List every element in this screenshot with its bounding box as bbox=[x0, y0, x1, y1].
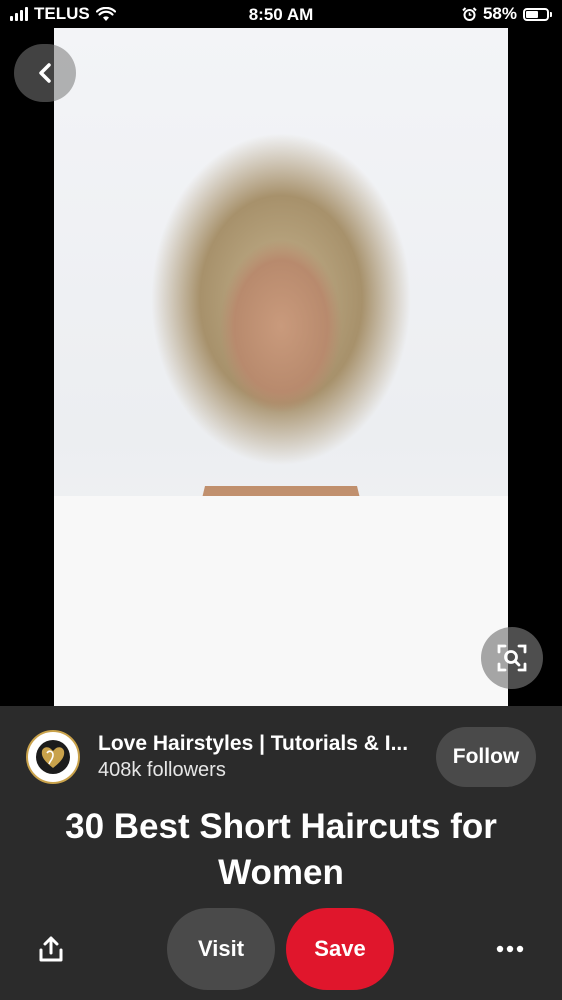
pin-details-panel: Love Hairstyles | Tutorials & I... 408k … bbox=[0, 706, 562, 1000]
pin-title: 30 Best Short Haircuts for Women bbox=[65, 807, 497, 892]
creator-name[interactable]: Love Hairstyles | Tutorials & I... bbox=[98, 732, 414, 756]
pin-photo-shirt bbox=[54, 496, 508, 706]
visual-search-button[interactable] bbox=[481, 627, 543, 689]
visit-button[interactable]: Visit bbox=[167, 908, 275, 990]
status-right: 58% bbox=[462, 4, 562, 24]
creator-avatar[interactable] bbox=[26, 730, 80, 784]
action-bar: Visit Save bbox=[0, 908, 562, 990]
cellular-signal-icon bbox=[10, 7, 28, 21]
battery-icon bbox=[523, 7, 552, 21]
status-bar: TELUS 8:50 AM 58% bbox=[0, 0, 562, 28]
visual-search-icon bbox=[497, 644, 527, 672]
share-icon bbox=[39, 936, 63, 962]
battery-percent: 58% bbox=[482, 4, 517, 23]
wifi-icon bbox=[95, 6, 116, 21]
chevron-left-icon bbox=[39, 63, 51, 83]
pin-image[interactable] bbox=[54, 28, 508, 706]
carrier-label: TELUS bbox=[34, 4, 90, 23]
follow-button[interactable]: Follow bbox=[436, 727, 536, 787]
heart-logo-icon bbox=[36, 740, 70, 774]
status-left: TELUS bbox=[0, 4, 116, 24]
save-button[interactable]: Save bbox=[286, 908, 394, 990]
follower-count: 408k followers bbox=[98, 759, 226, 781]
more-options-button[interactable] bbox=[490, 930, 530, 968]
back-button[interactable] bbox=[14, 44, 76, 102]
more-horizontal-icon bbox=[496, 945, 524, 953]
battery-fill bbox=[526, 10, 538, 18]
creator-row: Love Hairstyles | Tutorials & I... 408k … bbox=[26, 726, 536, 788]
alarm-icon bbox=[462, 6, 477, 21]
creator-info[interactable]: Love Hairstyles | Tutorials & I... 408k … bbox=[98, 732, 436, 782]
share-button[interactable] bbox=[32, 930, 70, 968]
